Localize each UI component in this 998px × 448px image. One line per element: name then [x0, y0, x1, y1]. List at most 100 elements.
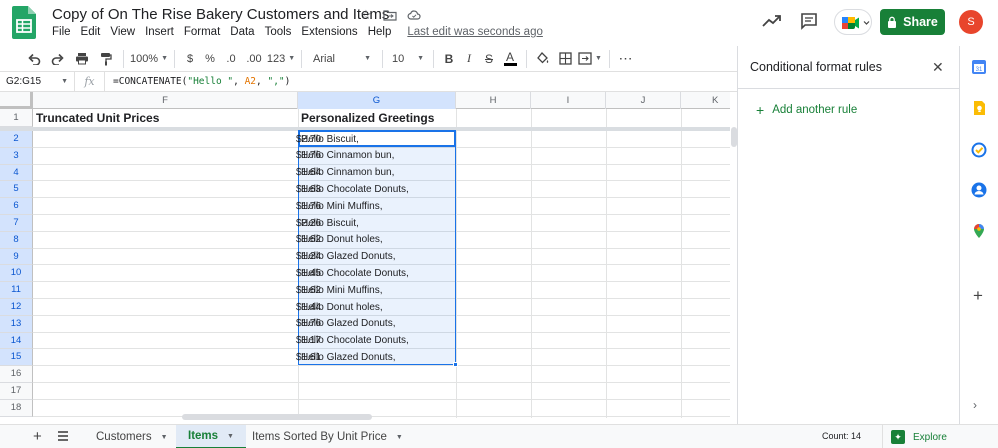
chevron-down-icon[interactable]: ▼	[227, 433, 234, 440]
row-header-5[interactable]: 5	[0, 181, 33, 199]
calendar-icon[interactable]: 31	[971, 59, 987, 75]
redo-icon[interactable]	[46, 48, 70, 70]
more-formats-select[interactable]: 123 ▼	[266, 48, 296, 70]
cloud-status-icon[interactable]	[407, 8, 421, 22]
menu-data[interactable]: Data	[230, 26, 260, 38]
comments-icon[interactable]	[800, 13, 818, 30]
cell-g15[interactable]: Hello Glazed Donuts,	[301, 352, 396, 363]
row-header-8[interactable]: 8	[0, 231, 33, 249]
cell-g3[interactable]: Hello Cinnamon bun,	[301, 150, 394, 161]
all-sheets-list-icon[interactable]	[57, 430, 69, 442]
cell-g7[interactable]: Hello Biscuit,	[301, 218, 359, 229]
row-header-15[interactable]: 15	[0, 349, 33, 367]
spreadsheet-grid[interactable]: F G H I J K 1 2 3 4 5 6 7 8 9 10 11 12 13 14 15 16 17 18 …	[0, 92, 730, 418]
row-header-11[interactable]: 11	[0, 282, 33, 299]
decrease-decimal-button[interactable]: .0	[220, 48, 242, 70]
column-header-k[interactable]: K	[681, 92, 730, 109]
more-options-icon[interactable]: ⋯	[615, 48, 637, 70]
text-color-button[interactable]: A	[499, 48, 521, 70]
cell-g4[interactable]: Hello Cinnamon bun,	[301, 167, 394, 178]
fill-color-icon[interactable]	[532, 48, 554, 70]
increase-decimal-button[interactable]: .00	[242, 48, 266, 70]
account-avatar[interactable]: S	[959, 10, 983, 34]
chevron-right-icon[interactable]: ›	[973, 398, 977, 412]
cell-g2[interactable]: Hello Biscuit,	[301, 134, 359, 145]
bold-button[interactable]: B	[439, 48, 459, 70]
add-sheet-icon[interactable]: +	[33, 428, 42, 445]
menu-format[interactable]: Format	[184, 26, 226, 38]
borders-icon[interactable]	[554, 48, 576, 70]
keep-icon[interactable]	[971, 100, 987, 116]
row-header-18[interactable]: 18	[0, 399, 33, 417]
row-header-13[interactable]: 13	[0, 315, 33, 333]
menu-insert[interactable]: Insert	[145, 26, 180, 38]
cell-g9[interactable]: Hello Glazed Donuts,	[301, 251, 396, 262]
sheets-logo-icon[interactable]	[12, 6, 36, 39]
merge-cells-select[interactable]: ▼	[576, 48, 604, 70]
explore-button[interactable]: ✦ Explore	[882, 425, 956, 448]
sheet-tab-items[interactable]: Items ▼	[176, 425, 246, 448]
row-header-3[interactable]: 3	[0, 147, 33, 165]
activity-trend-icon[interactable]	[762, 13, 782, 29]
row-header-12[interactable]: 12	[0, 299, 33, 316]
column-header-h[interactable]: H	[456, 92, 531, 109]
row-header-9[interactable]: 9	[0, 248, 33, 266]
undo-icon[interactable]	[22, 48, 46, 70]
formula-input[interactable]: =CONCATENATE("Hello ", A2, ",")	[105, 76, 290, 87]
selection-count[interactable]: Count: 14	[822, 431, 861, 441]
get-add-ons-plus-icon[interactable]: +	[973, 286, 983, 306]
sheet-tab-items-sorted[interactable]: Items Sorted By Unit Price ▼	[240, 425, 415, 448]
strikethrough-button[interactable]: S	[479, 48, 499, 70]
horizontal-scrollbar[interactable]	[182, 414, 372, 420]
star-icon[interactable]: ☆	[359, 8, 373, 22]
row-header-1[interactable]: 1	[0, 109, 33, 127]
italic-button[interactable]: I	[459, 48, 479, 70]
column-header-i[interactable]: I	[531, 92, 606, 109]
row-header-17[interactable]: 17	[0, 383, 33, 400]
row-header-14[interactable]: 14	[0, 332, 33, 350]
last-edit-link[interactable]: Last edit was seconds ago	[407, 26, 543, 38]
move-to-folder-icon[interactable]	[383, 8, 397, 22]
share-button[interactable]: Share	[880, 9, 945, 35]
row-header-10[interactable]: 10	[0, 265, 33, 283]
cell-g5[interactable]: Hello Chocolate Donuts,	[301, 184, 409, 195]
menu-view[interactable]: View	[110, 26, 141, 38]
column-header-f[interactable]: F	[33, 92, 298, 109]
font-size-select[interactable]: 10 ▼	[388, 48, 428, 70]
row-header-2[interactable]: 2	[0, 131, 33, 148]
selected-range[interactable]	[298, 130, 456, 365]
menu-edit[interactable]: Edit	[81, 26, 107, 38]
cell-g8[interactable]: Hello Donut holes,	[301, 234, 383, 245]
cell-g13[interactable]: Hello Glazed Donuts,	[301, 318, 396, 329]
menu-extensions[interactable]: Extensions	[301, 26, 363, 38]
maps-icon[interactable]	[971, 223, 987, 239]
meet-button[interactable]	[834, 9, 872, 35]
cell-g10[interactable]: Hello Chocolate Donuts,	[301, 268, 409, 279]
cell-g11[interactable]: Hello Mini Muffins,	[301, 285, 383, 296]
row-header-7[interactable]: 7	[0, 215, 33, 232]
select-all-corner[interactable]	[0, 92, 33, 109]
percent-format-button[interactable]: %	[200, 48, 220, 70]
paint-format-icon[interactable]	[94, 48, 118, 70]
document-title[interactable]: Copy of On The Rise Bakery Customers and…	[52, 6, 389, 23]
cell-g14[interactable]: Hello Chocolate Donuts,	[301, 335, 409, 346]
row-header-16[interactable]: 16	[0, 366, 33, 383]
zoom-select[interactable]: 100% ▼	[129, 48, 169, 70]
column-header-g[interactable]: G	[298, 92, 456, 109]
menu-file[interactable]: File	[52, 26, 77, 38]
cell-f1[interactable]: Truncated Unit Prices	[36, 111, 159, 125]
menu-tools[interactable]: Tools	[265, 26, 298, 38]
add-rule-button[interactable]: + Add another rule	[756, 102, 857, 118]
menu-help[interactable]: Help	[368, 26, 398, 38]
currency-format-button[interactable]: $	[180, 48, 200, 70]
chevron-down-icon[interactable]: ▼	[161, 434, 168, 441]
column-header-j[interactable]: J	[606, 92, 681, 109]
tasks-icon[interactable]	[971, 142, 987, 158]
chevron-down-icon[interactable]: ▼	[396, 434, 403, 441]
fill-handle[interactable]	[453, 362, 458, 367]
contacts-icon[interactable]	[971, 182, 987, 198]
row-header-6[interactable]: 6	[0, 198, 33, 215]
sheet-tab-customers[interactable]: Customers ▼	[84, 425, 180, 448]
row-header-4[interactable]: 4	[0, 164, 33, 182]
cell-g12[interactable]: Hello Donut holes,	[301, 302, 383, 313]
